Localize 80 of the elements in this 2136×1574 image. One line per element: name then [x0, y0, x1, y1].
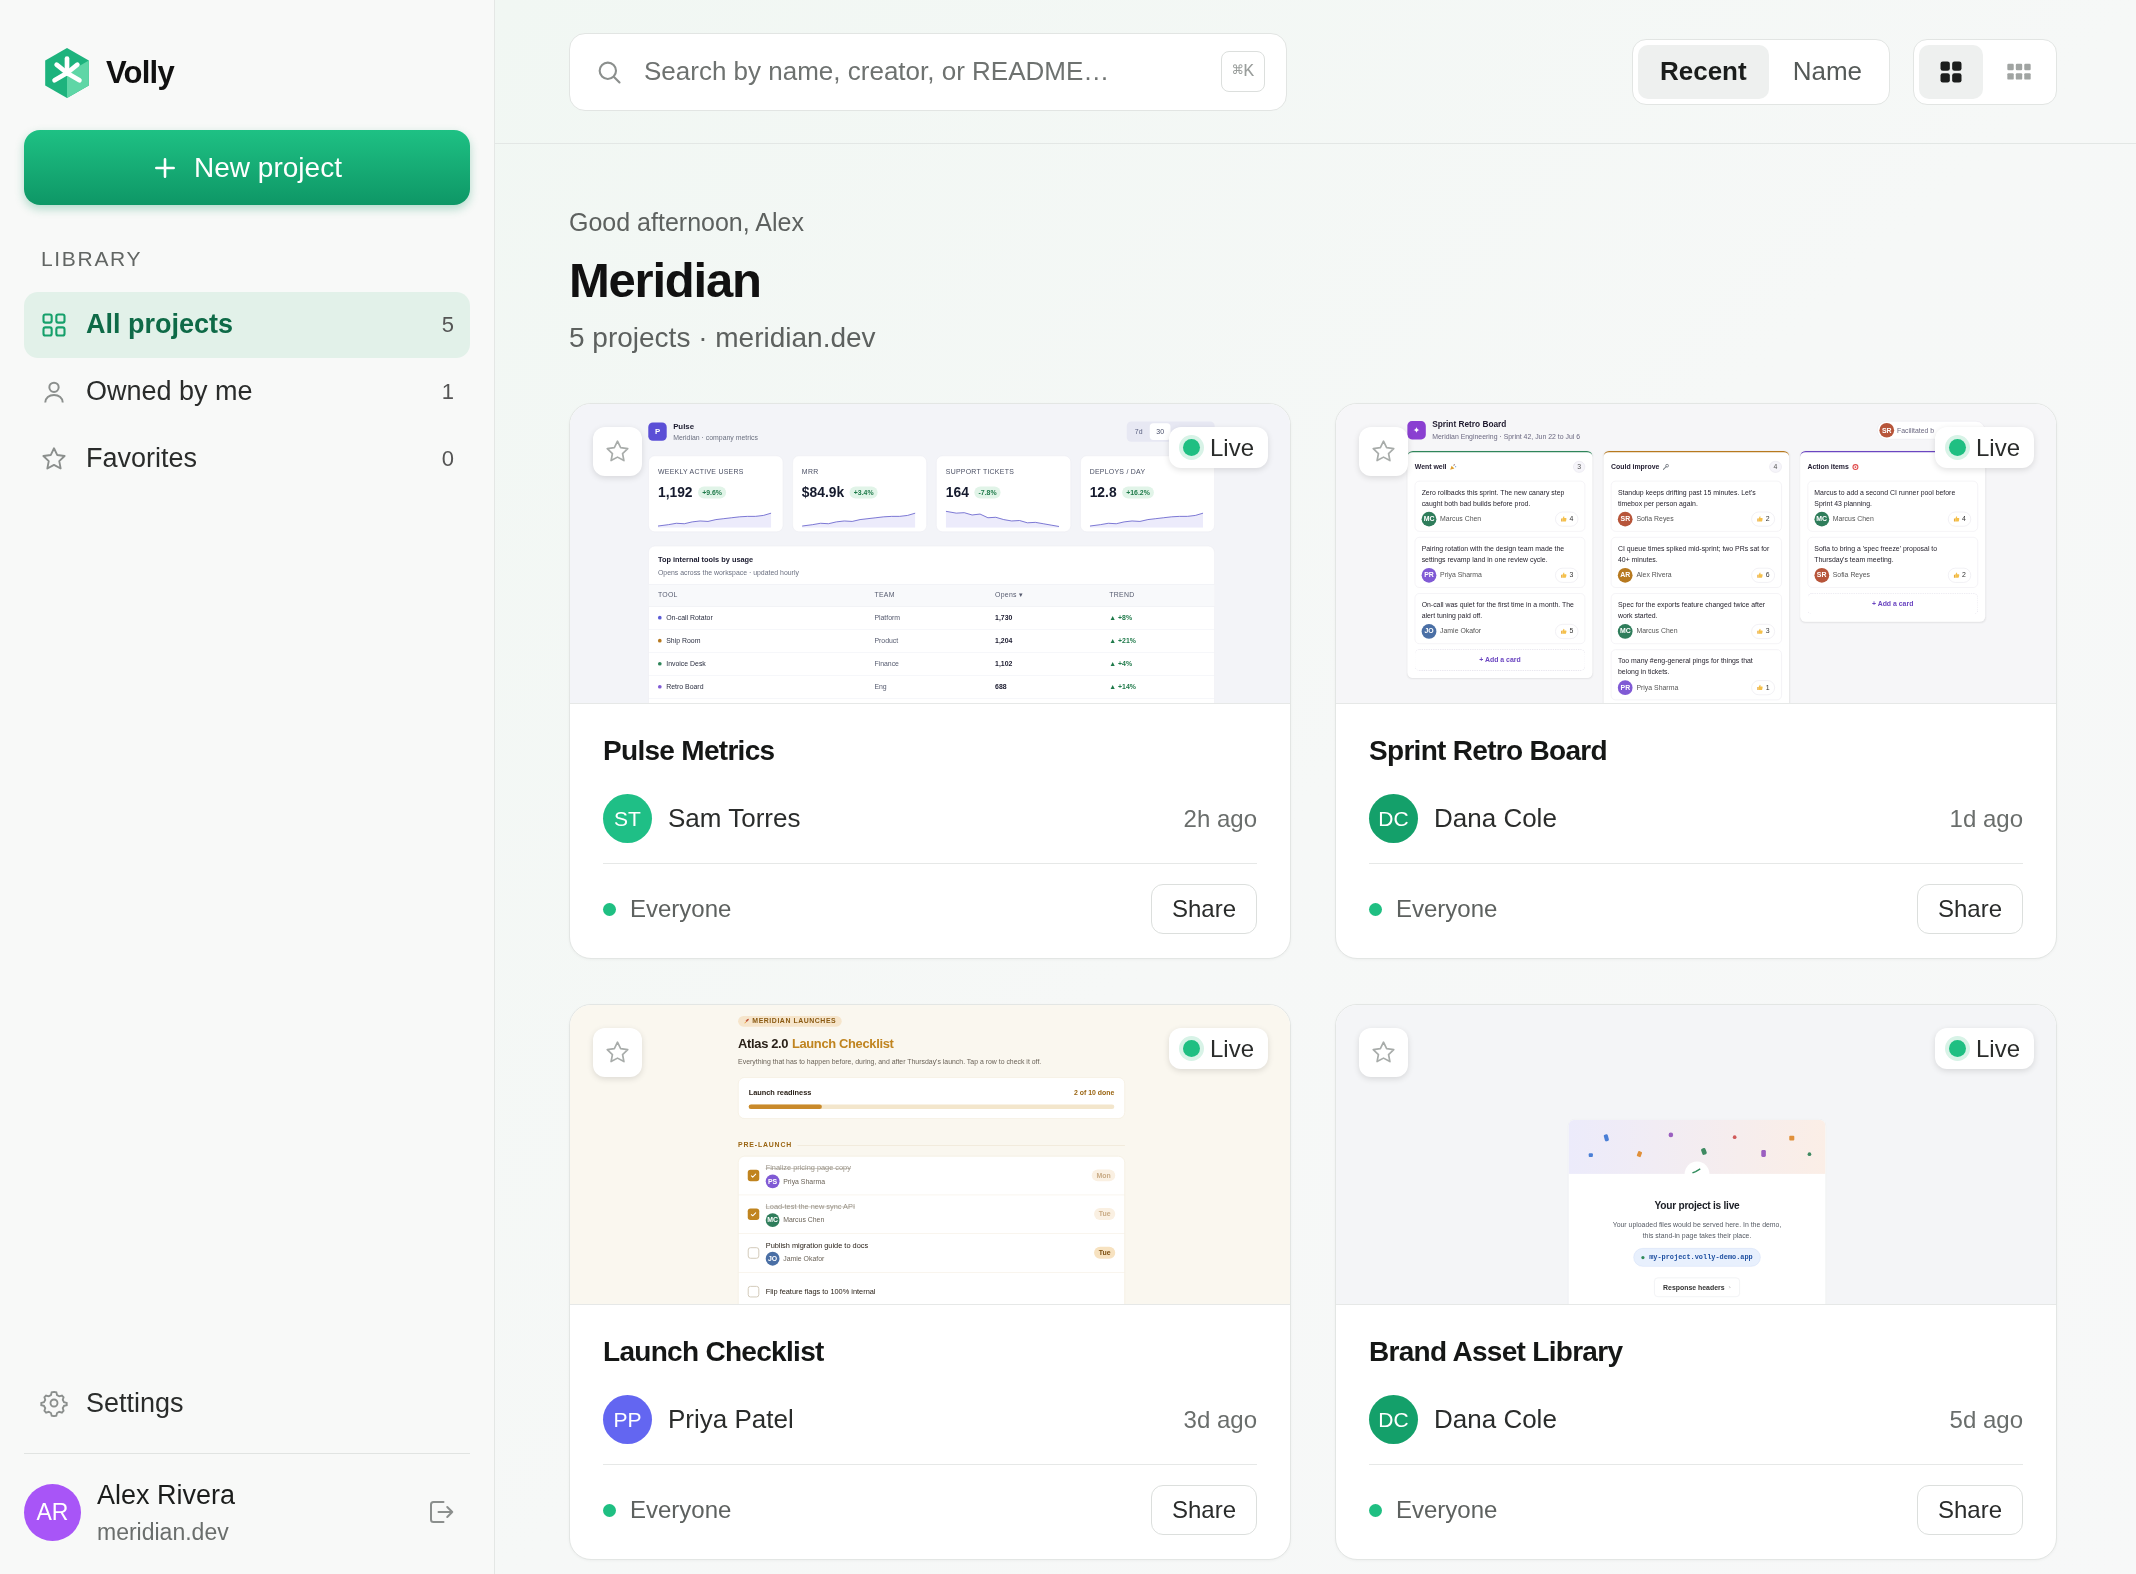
status-badge: Live [1168, 1028, 1268, 1069]
project-card[interactable] [1335, 403, 2057, 959]
project-title: Sprint Retro Board [1369, 734, 1608, 768]
status-badge: Live [1168, 427, 1268, 468]
avatar: ST [603, 794, 652, 843]
creator-name: Sam Torres [668, 802, 801, 835]
thumbs-up-icon [1560, 515, 1568, 523]
creator-name: Dana Cole [1434, 802, 1557, 835]
favorite-button[interactable] [1359, 427, 1408, 476]
favorite-button[interactable] [593, 1028, 642, 1077]
logo-icon [42, 46, 92, 100]
page-title: Meridian [569, 251, 762, 309]
checkbox[interactable] [747, 1247, 760, 1259]
time-ago: 2h ago [1183, 803, 1257, 834]
creator-name: Priya Patel [668, 1403, 794, 1436]
thumbs-up-icon [1560, 571, 1568, 579]
visibility-label: Everyone [1396, 1495, 1498, 1525]
user-name: Alex Rivera [97, 1478, 236, 1512]
avatar: DC [1369, 794, 1418, 843]
metric-value: 164 [945, 483, 969, 502]
sidebar-item[interactable]: Owned by me 1 [24, 358, 470, 425]
checklist-title-highlight: Launch Checklist [791, 1035, 894, 1053]
greeting: Good afternoon, Alex [569, 207, 805, 238]
metric-value: 12.8 [1089, 483, 1117, 502]
status-badge: Live [1934, 1028, 2034, 1069]
thumbs-up-icon [1952, 571, 1960, 579]
visibility-label: Everyone [630, 1495, 732, 1525]
visibility-label: Everyone [630, 894, 732, 924]
avatar: DC [1369, 1395, 1418, 1444]
time-ago: 1d ago [1949, 803, 2023, 834]
checkbox[interactable] [747, 1208, 760, 1220]
status-badge: Live [1934, 427, 2034, 468]
target-icon [1851, 463, 1859, 471]
settings-icon [40, 1389, 68, 1417]
brand-name: Volly [106, 53, 174, 92]
project-title: Brand Asset Library [1369, 1335, 1624, 1369]
sort-tab[interactable]: Name [1770, 44, 1884, 99]
checklist-title: Atlas 2.0 [738, 1035, 789, 1053]
thumbs-up-icon [1756, 515, 1764, 523]
checkbox[interactable] [747, 1285, 760, 1298]
metric-value: 1,192 [657, 483, 693, 502]
favorite-button[interactable] [593, 427, 642, 476]
favorite-button[interactable] [1359, 1028, 1408, 1077]
app-badge: ✦ [1407, 420, 1426, 440]
visibility-label: Everyone [1396, 894, 1498, 924]
checkbox[interactable] [747, 1169, 760, 1182]
sidebar-item[interactable]: Favorites 0 [24, 425, 470, 492]
project-card[interactable] [569, 1004, 1291, 1560]
share-button[interactable]: Share [1916, 884, 2023, 934]
creator-name: Dana Cole [1434, 1403, 1557, 1436]
thumbs-up-icon [1560, 627, 1568, 635]
time-ago: 3d ago [1183, 1404, 1257, 1435]
sidebar-item[interactable]: All projects 5 [24, 291, 470, 358]
shortcut-hint: ⌘K [1221, 50, 1265, 92]
project-card[interactable] [1335, 1004, 2057, 1560]
thumbs-up-icon [1756, 571, 1764, 579]
project-card[interactable] [569, 403, 1291, 959]
metric-value: $84.9k [801, 483, 845, 502]
settings-item[interactable]: Settings [24, 1373, 470, 1433]
section-label: LIBRARY [40, 246, 144, 272]
thumbs-up-icon [1952, 515, 1960, 523]
time-ago: 5d ago [1949, 1404, 2023, 1435]
avatar: PP [603, 1395, 652, 1444]
page-heading: Your project is live [1654, 1198, 1740, 1214]
avatar: AR [24, 1483, 81, 1541]
rocket-icon [743, 1018, 750, 1025]
sort-tab[interactable]: Recent [1637, 44, 1769, 99]
party-popper-icon [1449, 463, 1457, 471]
thumbs-up-icon [1756, 627, 1764, 635]
grid-icon [40, 310, 68, 339]
app-name: Sprint Retro Board [1432, 419, 1508, 432]
share-button[interactable]: Share [1150, 1485, 1257, 1535]
page-subtitle: 5 projects · meridian.dev [569, 321, 877, 355]
thumbs-up-icon [1756, 684, 1764, 691]
large-grid-view-button[interactable] [1919, 44, 1983, 99]
share-button[interactable]: Share [1150, 884, 1257, 934]
project-title: Pulse Metrics [603, 734, 776, 768]
project-title: Launch Checklist [603, 1335, 825, 1369]
user-org: meridian.dev [97, 1518, 230, 1547]
share-button[interactable]: Share [1916, 1485, 2023, 1535]
